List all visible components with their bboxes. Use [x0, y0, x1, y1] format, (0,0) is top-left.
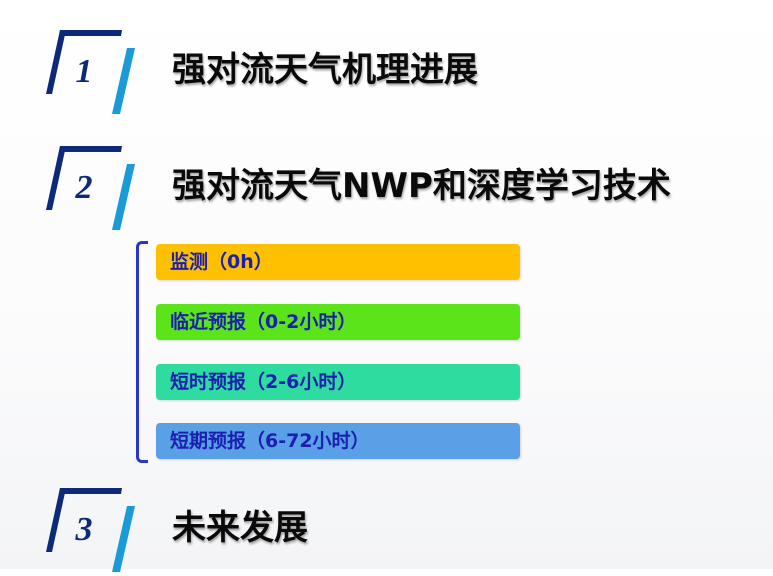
- section-number-marker: 1: [30, 18, 140, 118]
- section-number: 2: [75, 169, 93, 206]
- subitem-bracket: [136, 241, 148, 463]
- section-title: 未来发展: [172, 508, 308, 548]
- slide: 1 强对流天气机理进展 2 强对流天气NWP和深度学习技术 监测（0h） 临近预…: [0, 0, 773, 572]
- section-2: 2 强对流天气NWP和深度学习技术: [0, 134, 773, 234]
- section-3: 3 未来发展: [0, 476, 773, 576]
- subitem-short-term-forecast: 短期预报（6-72小时）: [156, 423, 520, 459]
- section-1: 1 强对流天气机理进展: [0, 18, 773, 118]
- subitem-nowcasting: 临近预报（0-2小时）: [156, 304, 520, 340]
- section-number-marker: 3: [30, 476, 140, 576]
- section-number: 3: [75, 511, 93, 548]
- section-title: 强对流天气NWP和深度学习技术: [172, 166, 671, 206]
- subitem-monitoring: 监测（0h）: [156, 244, 520, 280]
- subitem-short-range-forecast: 短时预报（2-6小时）: [156, 364, 520, 400]
- section-number-marker: 2: [30, 134, 140, 234]
- section-title: 强对流天气机理进展: [172, 50, 478, 90]
- section-number: 1: [75, 53, 93, 90]
